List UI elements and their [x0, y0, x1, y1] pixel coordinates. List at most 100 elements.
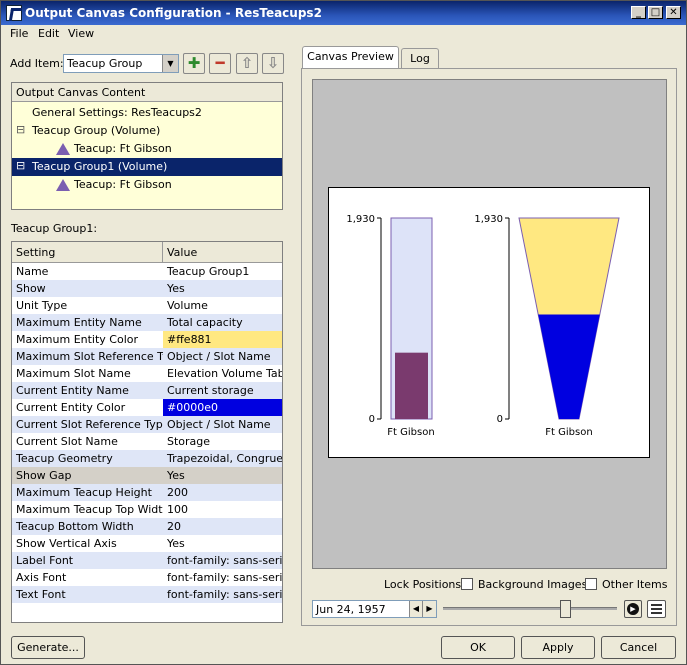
- table-row[interactable]: Maximum Slot Name Elevation Volume Table: [12, 365, 282, 382]
- text-view-button[interactable]: [647, 600, 666, 618]
- table-row[interactable]: Current Slot Name Storage: [12, 433, 282, 450]
- value-cell[interactable]: Yes: [163, 467, 282, 484]
- background-images-label[interactable]: Background Images: [478, 578, 587, 591]
- setting-cell: Axis Font: [16, 571, 67, 584]
- collapse-icon[interactable]: ⊟: [16, 123, 25, 136]
- value-cell[interactable]: Current storage: [163, 382, 282, 399]
- lock-positions-label: Lock Positions:: [384, 578, 465, 591]
- tab-canvas-preview[interactable]: Canvas Preview: [302, 46, 399, 69]
- table-row[interactable]: Label Font font-family: sans-serif;: [12, 552, 282, 569]
- other-items-label[interactable]: Other Items: [602, 578, 668, 591]
- table-row[interactable]: Text Font font-family: sans-serif;: [12, 586, 282, 603]
- setting-cell: Teacup Geometry: [16, 452, 113, 465]
- setting-cell: Text Font: [16, 588, 66, 601]
- value-cell[interactable]: font-family: sans-serif;: [163, 586, 282, 603]
- value-cell[interactable]: #ffe881: [163, 331, 282, 348]
- teacup-svg: 1,930 0 Ft Gibson 1,930 0 Ft Gibson: [346, 214, 620, 438]
- maximize-button[interactable]: □: [648, 6, 663, 19]
- tree-header: Output Canvas Content: [12, 83, 282, 102]
- tree-item-label: Teacup Group1 (Volume): [32, 160, 168, 173]
- table-row[interactable]: Axis Font font-family: sans-serif;: [12, 569, 282, 586]
- value-cell[interactable]: Object / Slot Name: [163, 348, 282, 365]
- value-cell[interactable]: Trapezoidal, Congruent: [163, 450, 282, 467]
- teacup1-current-shape: [395, 352, 428, 419]
- arrow-down-button[interactable]: ⇩: [262, 53, 284, 74]
- arrow-up-button[interactable]: ⇧: [236, 53, 258, 74]
- generate-button[interactable]: Generate...: [11, 636, 85, 659]
- date-prev-button[interactable]: ◀: [409, 601, 422, 617]
- menu-file[interactable]: File: [10, 27, 28, 40]
- play-icon: ▶: [627, 603, 639, 615]
- cancel-button[interactable]: Cancel: [601, 636, 676, 659]
- close-button[interactable]: ✕: [666, 6, 681, 19]
- table-row[interactable]: Maximum Entity Name Total capacity: [12, 314, 282, 331]
- value-cell[interactable]: Volume: [163, 297, 282, 314]
- table-row[interactable]: Maximum Teacup Top Width 100: [12, 501, 282, 518]
- tab-log[interactable]: Log: [401, 48, 439, 69]
- value-cell[interactable]: Object / Slot Name: [163, 416, 282, 433]
- value-cell[interactable]: Yes: [163, 535, 282, 552]
- tree-item-label: Teacup Group (Volume): [32, 124, 161, 137]
- table-row[interactable]: Show Vertical Axis Yes: [12, 535, 282, 552]
- value-cell[interactable]: 20: [163, 518, 282, 535]
- setting-cell: Maximum Slot Name: [16, 367, 131, 380]
- column-setting[interactable]: Setting: [12, 242, 163, 263]
- table-row[interactable]: Current Entity Name Current storage: [12, 382, 282, 399]
- table-row[interactable]: Maximum Slot Reference TypeObject / Slot…: [12, 348, 282, 365]
- value-cell[interactable]: Yes: [163, 280, 282, 297]
- value-cell[interactable]: font-family: sans-serif;: [163, 552, 282, 569]
- setting-cell: Label Font: [16, 554, 74, 567]
- add-item-label: Add Item:: [10, 57, 64, 70]
- tree-item[interactable]: ⊟ Teacup Group (Volume): [12, 122, 282, 140]
- collapse-icon[interactable]: ⊟: [16, 159, 25, 172]
- table-row[interactable]: Show Yes: [12, 280, 282, 297]
- value-cell[interactable]: Teacup Group1: [163, 263, 282, 280]
- table-row[interactable]: Teacup Geometry Trapezoidal, Congruent: [12, 450, 282, 467]
- value-cell[interactable]: 200: [163, 484, 282, 501]
- column-value[interactable]: Value: [163, 242, 282, 263]
- date-next-button[interactable]: ▶: [422, 601, 436, 617]
- tree-item[interactable]: Teacup: Ft Gibson: [12, 176, 282, 194]
- table-row[interactable]: Current Slot Reference Type Object / Slot…: [12, 416, 282, 433]
- setting-cell: Show: [16, 282, 46, 295]
- value-cell[interactable]: Elevation Volume Table: [163, 365, 282, 382]
- minimize-button[interactable]: _: [631, 6, 646, 19]
- play-button[interactable]: ▶: [624, 600, 642, 618]
- background-images-checkbox[interactable]: [461, 578, 473, 590]
- time-slider-thumb[interactable]: [559, 600, 571, 618]
- teacup-icon: [56, 179, 70, 191]
- minus-button[interactable]: ━: [209, 53, 231, 74]
- other-items-checkbox[interactable]: [585, 578, 597, 590]
- teacup-preview: 1,930 0 Ft Gibson 1,930 0 Ft Gibson: [328, 187, 650, 458]
- table-row[interactable]: Maximum Entity Color #ffe881: [12, 331, 282, 348]
- tree-item[interactable]: Teacup: Ft Gibson: [12, 140, 282, 158]
- add-item-select[interactable]: Teacup Group ▼: [63, 54, 179, 73]
- ok-button[interactable]: OK: [441, 636, 515, 659]
- tree-item[interactable]: ⊟ Teacup Group1 (Volume): [12, 158, 282, 176]
- add-item-selected: Teacup Group: [67, 57, 143, 70]
- time-slider[interactable]: [443, 607, 617, 610]
- setting-cell: Current Slot Name: [16, 435, 118, 448]
- menu-edit[interactable]: Edit: [38, 27, 59, 40]
- chevron-down-icon[interactable]: ▼: [162, 55, 178, 72]
- value-cell[interactable]: 100: [163, 501, 282, 518]
- table-row[interactable]: Maximum Teacup Height 200: [12, 484, 282, 501]
- table-row[interactable]: Show Gap Yes: [12, 467, 282, 484]
- value-cell[interactable]: font-family: sans-serif;: [163, 569, 282, 586]
- value-cell[interactable]: Total capacity: [163, 314, 282, 331]
- teacup-icon: [56, 143, 70, 155]
- value-cell[interactable]: #0000e0: [163, 399, 282, 416]
- table-row[interactable]: Unit Type Volume: [12, 297, 282, 314]
- plus-button[interactable]: ✚: [183, 53, 205, 74]
- teacup2-current-shape: [538, 314, 600, 419]
- table-row[interactable]: Name Teacup Group1: [12, 263, 282, 280]
- date-field[interactable]: Jun 24, 1957 ◀ ▶: [312, 600, 437, 618]
- teacup1-label: Ft Gibson: [387, 427, 434, 438]
- value-cell[interactable]: Storage: [163, 433, 282, 450]
- apply-button[interactable]: Apply: [521, 636, 595, 659]
- table-row[interactable]: Teacup Bottom Width 20: [12, 518, 282, 535]
- menu-view[interactable]: View: [68, 27, 94, 40]
- minus-icon: ━: [215, 54, 225, 72]
- table-row[interactable]: Current Entity Color #0000e0: [12, 399, 282, 416]
- tree-item[interactable]: General Settings: ResTeacups2: [12, 104, 282, 122]
